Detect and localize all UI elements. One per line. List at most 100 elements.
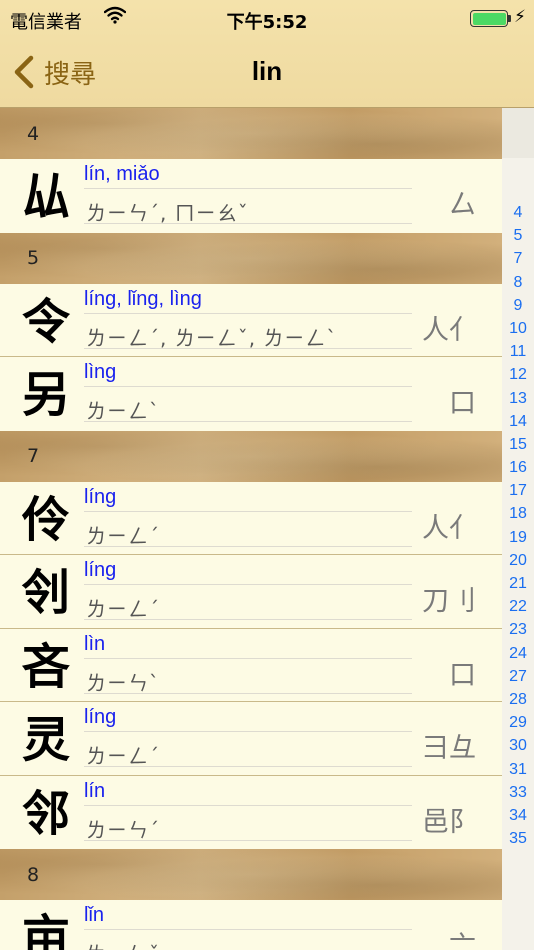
index-item[interactable]: 21 — [502, 572, 534, 595]
section-index[interactable]: 4 5 7 8 9 10 11 12 13 14 15 16 17 18 19 … — [502, 108, 534, 950]
index-item[interactable]: 30 — [502, 734, 534, 757]
radical: 彐彑 — [422, 733, 476, 764]
pinyin: líng — [84, 559, 117, 581]
divider — [84, 692, 412, 694]
divider — [84, 510, 412, 512]
index-item[interactable]: 20 — [502, 549, 534, 572]
character: 厸 — [22, 169, 71, 225]
divider — [84, 766, 412, 767]
index-item[interactable]: 10 — [502, 317, 534, 340]
character: 另 — [22, 367, 71, 423]
status-bar: 電信業者 下午5:52 ⚡ — [0, 0, 534, 38]
character-list[interactable]: 4 厸 lín, miǎo ㄌㄧㄣˊ, ㄇㄧㄠˇ 厶 5 令 líng, lǐn… — [0, 108, 502, 950]
list-item[interactable]: 邻 lín ㄌㄧㄣˊ 邑阝 — [0, 775, 502, 849]
list-item[interactable]: 灵 líng ㄌㄧㄥˊ 彐彑 — [0, 702, 502, 776]
zhuyin: ㄌㄧㄣˋ — [86, 670, 160, 695]
zhuyin: ㄌㄧㄥˊ — [86, 744, 160, 768]
zhuyin: ㄌㄧㄥˊ, ㄌㄧㄥˇ, ㄌㄧㄥˋ — [86, 325, 338, 350]
divider — [84, 584, 412, 585]
index-item[interactable]: 33 — [502, 781, 534, 804]
index-item[interactable]: 19 — [502, 526, 534, 549]
navigation-area: 電信業者 下午5:52 ⚡ 搜尋 lin — [0, 0, 534, 108]
index-item[interactable]: 23 — [502, 618, 534, 641]
battery-tip — [508, 15, 511, 22]
index-item[interactable]: 34 — [502, 804, 534, 827]
character: 令 — [22, 293, 71, 350]
zhuyin: ㄌㄧㄥˋ — [86, 399, 160, 423]
section-header-label: 8 — [27, 863, 40, 886]
section-header: 5 — [0, 232, 502, 284]
zhuyin: ㄌㄧㄣˇ — [86, 938, 160, 950]
divider — [84, 657, 412, 659]
charging-bolt-icon: ⚡ — [514, 7, 526, 27]
divider — [84, 839, 412, 841]
list-item[interactable]: 厸 lín, miǎo ㄌㄧㄣˊ, ㄇㄧㄠˇ 厶 — [0, 159, 502, 233]
index-item[interactable]: 5 — [502, 224, 534, 247]
section-header: 7 — [0, 430, 502, 482]
divider — [84, 804, 412, 806]
divider — [84, 188, 412, 189]
character: 刢 — [22, 565, 71, 621]
index-top-tint — [502, 108, 534, 158]
radical: 人亻 — [422, 512, 476, 544]
index-item[interactable]: 8 — [502, 271, 534, 294]
divider — [84, 421, 412, 422]
radical: 口 — [449, 388, 476, 419]
index-item[interactable]: 31 — [502, 758, 534, 781]
list-item[interactable]: 另 lìng ㄌㄧㄥˋ 口 — [0, 357, 502, 431]
divider — [84, 223, 412, 224]
character: 伶 — [22, 491, 71, 548]
index-item[interactable]: 24 — [502, 642, 534, 665]
index-item[interactable]: 4 — [502, 201, 534, 224]
zhuyin: ㄌㄧㄥˊ — [86, 523, 160, 548]
pinyin: líng, lǐng, lìng — [84, 287, 202, 310]
index-item[interactable]: 11 — [502, 340, 534, 363]
section-header-label: 7 — [27, 445, 40, 467]
divider — [84, 347, 412, 349]
index-item[interactable]: 14 — [502, 410, 534, 433]
radical: 刀刂 — [422, 586, 476, 617]
pinyin: lìng — [84, 361, 117, 383]
list-item[interactable]: 亩 lǐn ㄌㄧㄣˇ 亠 — [0, 900, 502, 950]
index-items[interactable]: 4 5 7 8 9 10 11 12 13 14 15 16 17 18 19 … — [502, 201, 534, 850]
pinyin: lín — [84, 779, 106, 802]
index-item[interactable]: 7 — [502, 247, 534, 270]
index-item[interactable]: 9 — [502, 294, 534, 317]
list-item[interactable]: 吝 lìn ㄌㄧㄣˋ 口 — [0, 628, 502, 702]
list-item[interactable]: 刢 líng ㄌㄧㄥˊ 刀刂 — [0, 555, 502, 629]
character: 亩 — [22, 910, 71, 950]
divider — [84, 619, 412, 620]
character: 灵 — [22, 712, 71, 768]
section-header: 4 — [0, 108, 502, 159]
index-item[interactable]: 12 — [502, 363, 534, 386]
list-item[interactable]: 伶 líng ㄌㄧㄥˊ 人亻 — [0, 481, 502, 555]
list-item[interactable]: 令 líng, lǐng, lìng ㄌㄧㄥˊ, ㄌㄧㄥˇ, ㄌㄧㄥˋ 人亻 — [0, 283, 502, 357]
divider — [84, 312, 412, 314]
index-item[interactable]: 28 — [502, 688, 534, 711]
status-time: 下午5:52 — [226, 12, 308, 33]
page-title: lin — [251, 56, 283, 86]
index-item[interactable]: 17 — [502, 479, 534, 502]
radical: 厶 — [449, 190, 476, 221]
character: 吝 — [22, 638, 71, 695]
index-item[interactable]: 27 — [502, 665, 534, 688]
section-header-label: 5 — [27, 247, 40, 269]
pinyin: líng — [84, 706, 117, 728]
index-item[interactable]: 13 — [502, 387, 534, 410]
pinyin: lǐn — [84, 904, 105, 926]
index-item[interactable]: 18 — [502, 502, 534, 525]
index-item[interactable]: 15 — [502, 433, 534, 456]
pinyin: lìn — [84, 632, 106, 655]
index-item[interactable]: 22 — [502, 595, 534, 618]
zhuyin: ㄌㄧㄣˊ, ㄇㄧㄠˇ — [86, 201, 249, 225]
index-item[interactable]: 16 — [502, 456, 534, 479]
section-header-label: 4 — [27, 122, 40, 145]
divider — [84, 731, 412, 732]
nav-bar: 搜尋 lin — [0, 38, 534, 108]
character: 邻 — [22, 785, 71, 842]
radical: 人亻 — [422, 314, 476, 346]
radical: 亠 — [449, 931, 476, 950]
index-item[interactable]: 29 — [502, 711, 534, 734]
index-item[interactable]: 35 — [502, 827, 534, 850]
section-header: 8 — [0, 849, 502, 900]
